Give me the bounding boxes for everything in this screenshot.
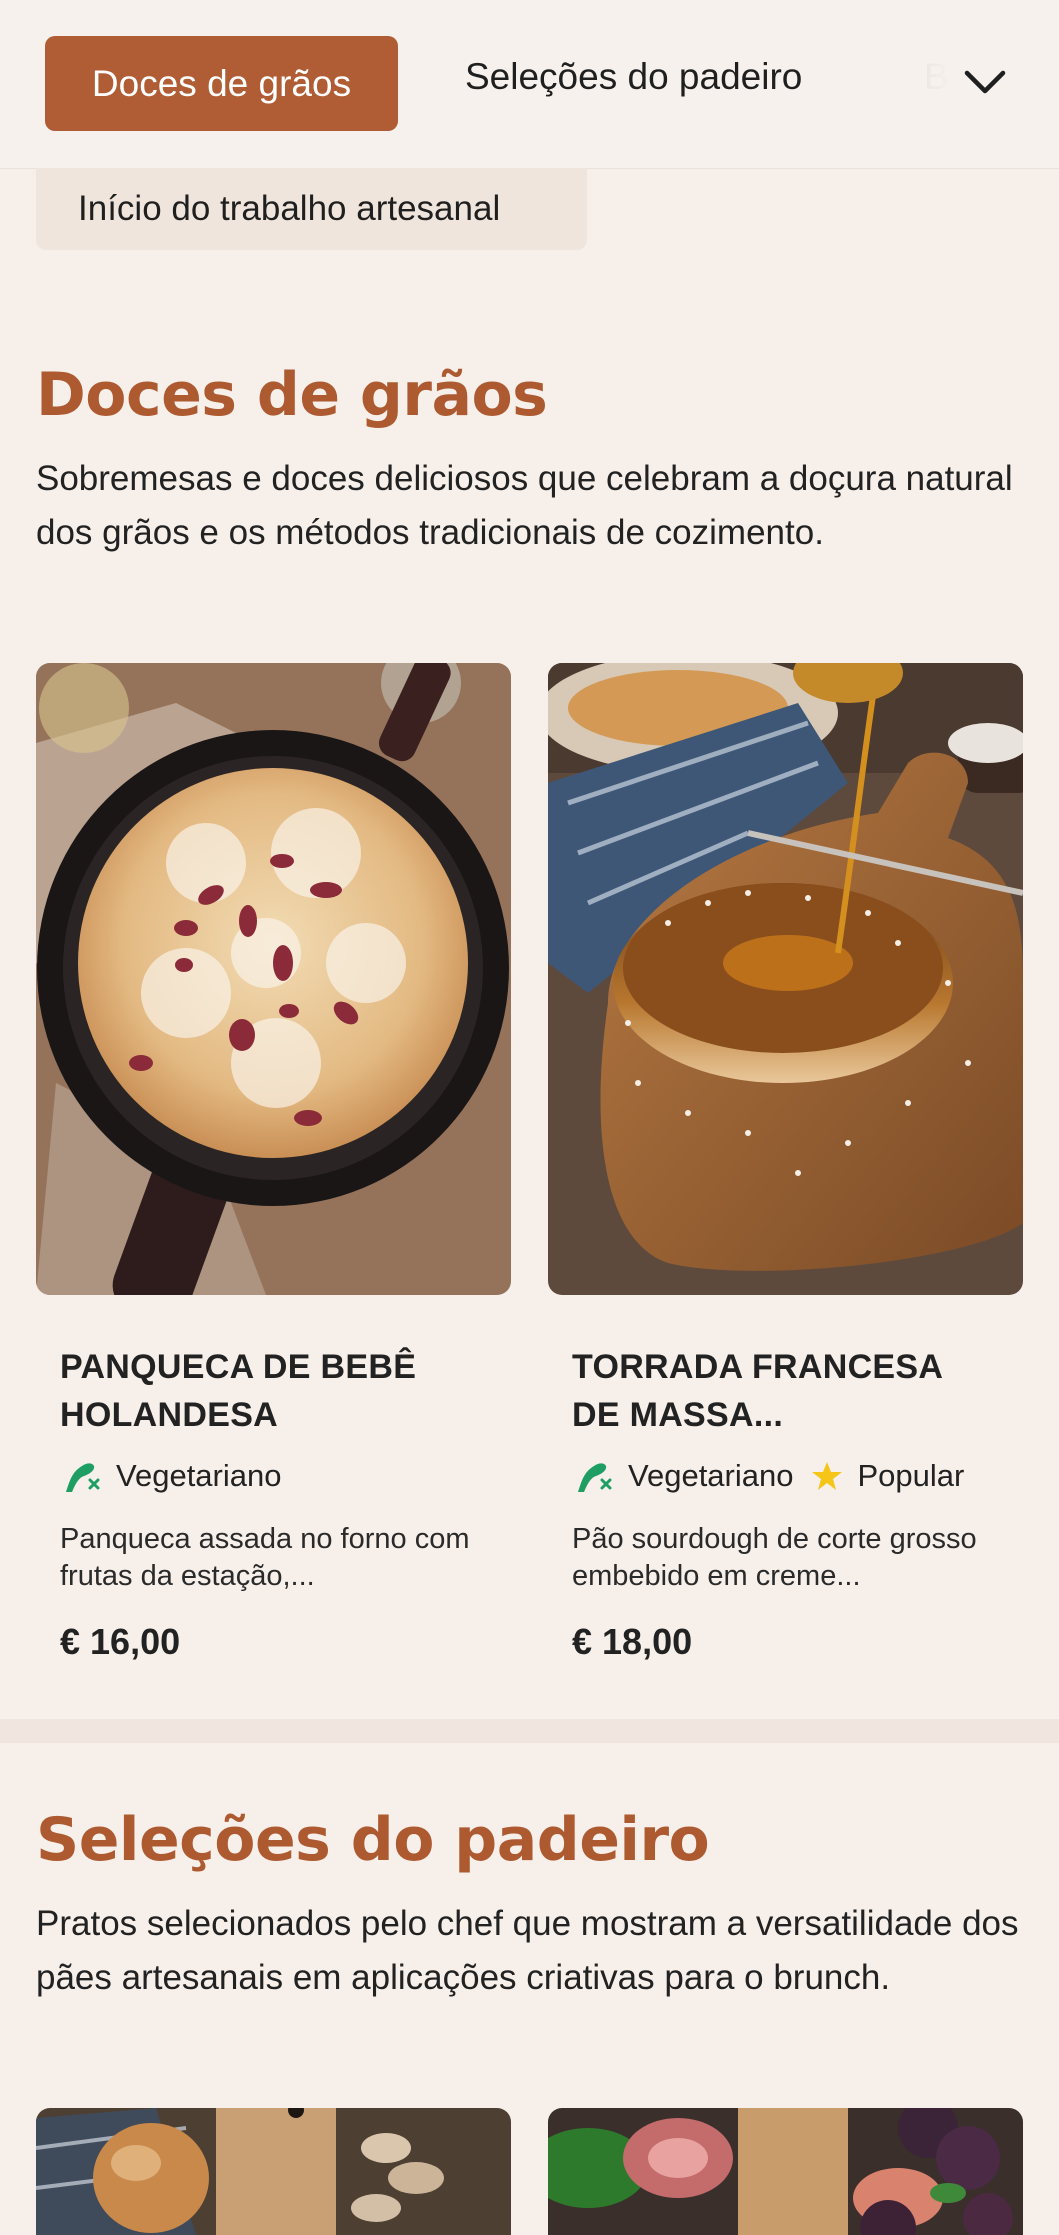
item-description: Pão sourdough de corte grosso embebido e…: [572, 1523, 977, 1592]
dish-image-dutch-baby[interactable]: [36, 663, 511, 1295]
section-title-selecoes: Seleções do padeiro: [36, 1805, 710, 1875]
category-nav: Doces de grãos Seleções do padeiro B: [0, 0, 1059, 169]
tag-popular: Popular: [811, 1458, 964, 1494]
tag-vegetarian: Vegetariano: [60, 1458, 281, 1494]
vegetarian-icon: [572, 1458, 614, 1494]
vegetarian-icon: [60, 1458, 102, 1494]
item-price: € 18,00: [572, 1621, 693, 1662]
item-title[interactable]: PANQUECA DE BEBÊ HOLANDESA: [60, 1343, 487, 1439]
item-title[interactable]: TORRADA FRANCESA DE MASSA...: [572, 1343, 999, 1439]
item-tags: Vegetariano: [60, 1453, 487, 1499]
item-price: € 16,00: [60, 1621, 181, 1662]
item-tags: Vegetariano Popular: [572, 1453, 999, 1499]
subcategory-chip[interactable]: Início do trabalho artesanal: [36, 168, 587, 250]
section-description-doces: Sobremesas e doces deliciosos que celebr…: [36, 459, 1013, 552]
section-divider: [0, 1719, 1059, 1743]
tab-selecoes-do-padeiro[interactable]: Seleções do padeiro: [465, 56, 802, 108]
tag-label: Popular: [857, 1458, 965, 1493]
dish-image-french-toast[interactable]: [548, 663, 1023, 1295]
section-description-selecoes: Pratos selecionados pelo chef que mostra…: [36, 1904, 1019, 1997]
section-title-doces: Doces de grãos: [36, 360, 548, 430]
menu-item-card[interactable]: TORRADA FRANCESA DE MASSA... Vegetariano: [548, 663, 1023, 1663]
tag-label: Vegetariano: [628, 1458, 794, 1493]
dish-image-partial-right[interactable]: [548, 2108, 1023, 2235]
tab-doces-de-graos[interactable]: Doces de grãos: [45, 36, 398, 131]
tag-vegetarian: Vegetariano: [572, 1458, 793, 1494]
tag-label: Vegetariano: [116, 1458, 282, 1493]
expand-categories-button[interactable]: [955, 52, 1015, 112]
chevron-down-icon: [964, 70, 1006, 94]
dish-image-partial-left[interactable]: [36, 2108, 511, 2235]
item-description: Panqueca assada no forno com frutas da e…: [60, 1523, 470, 1592]
star-icon: [811, 1460, 843, 1492]
menu-item-card[interactable]: PANQUECA DE BEBÊ HOLANDESA Vegetariano P…: [36, 663, 511, 1663]
